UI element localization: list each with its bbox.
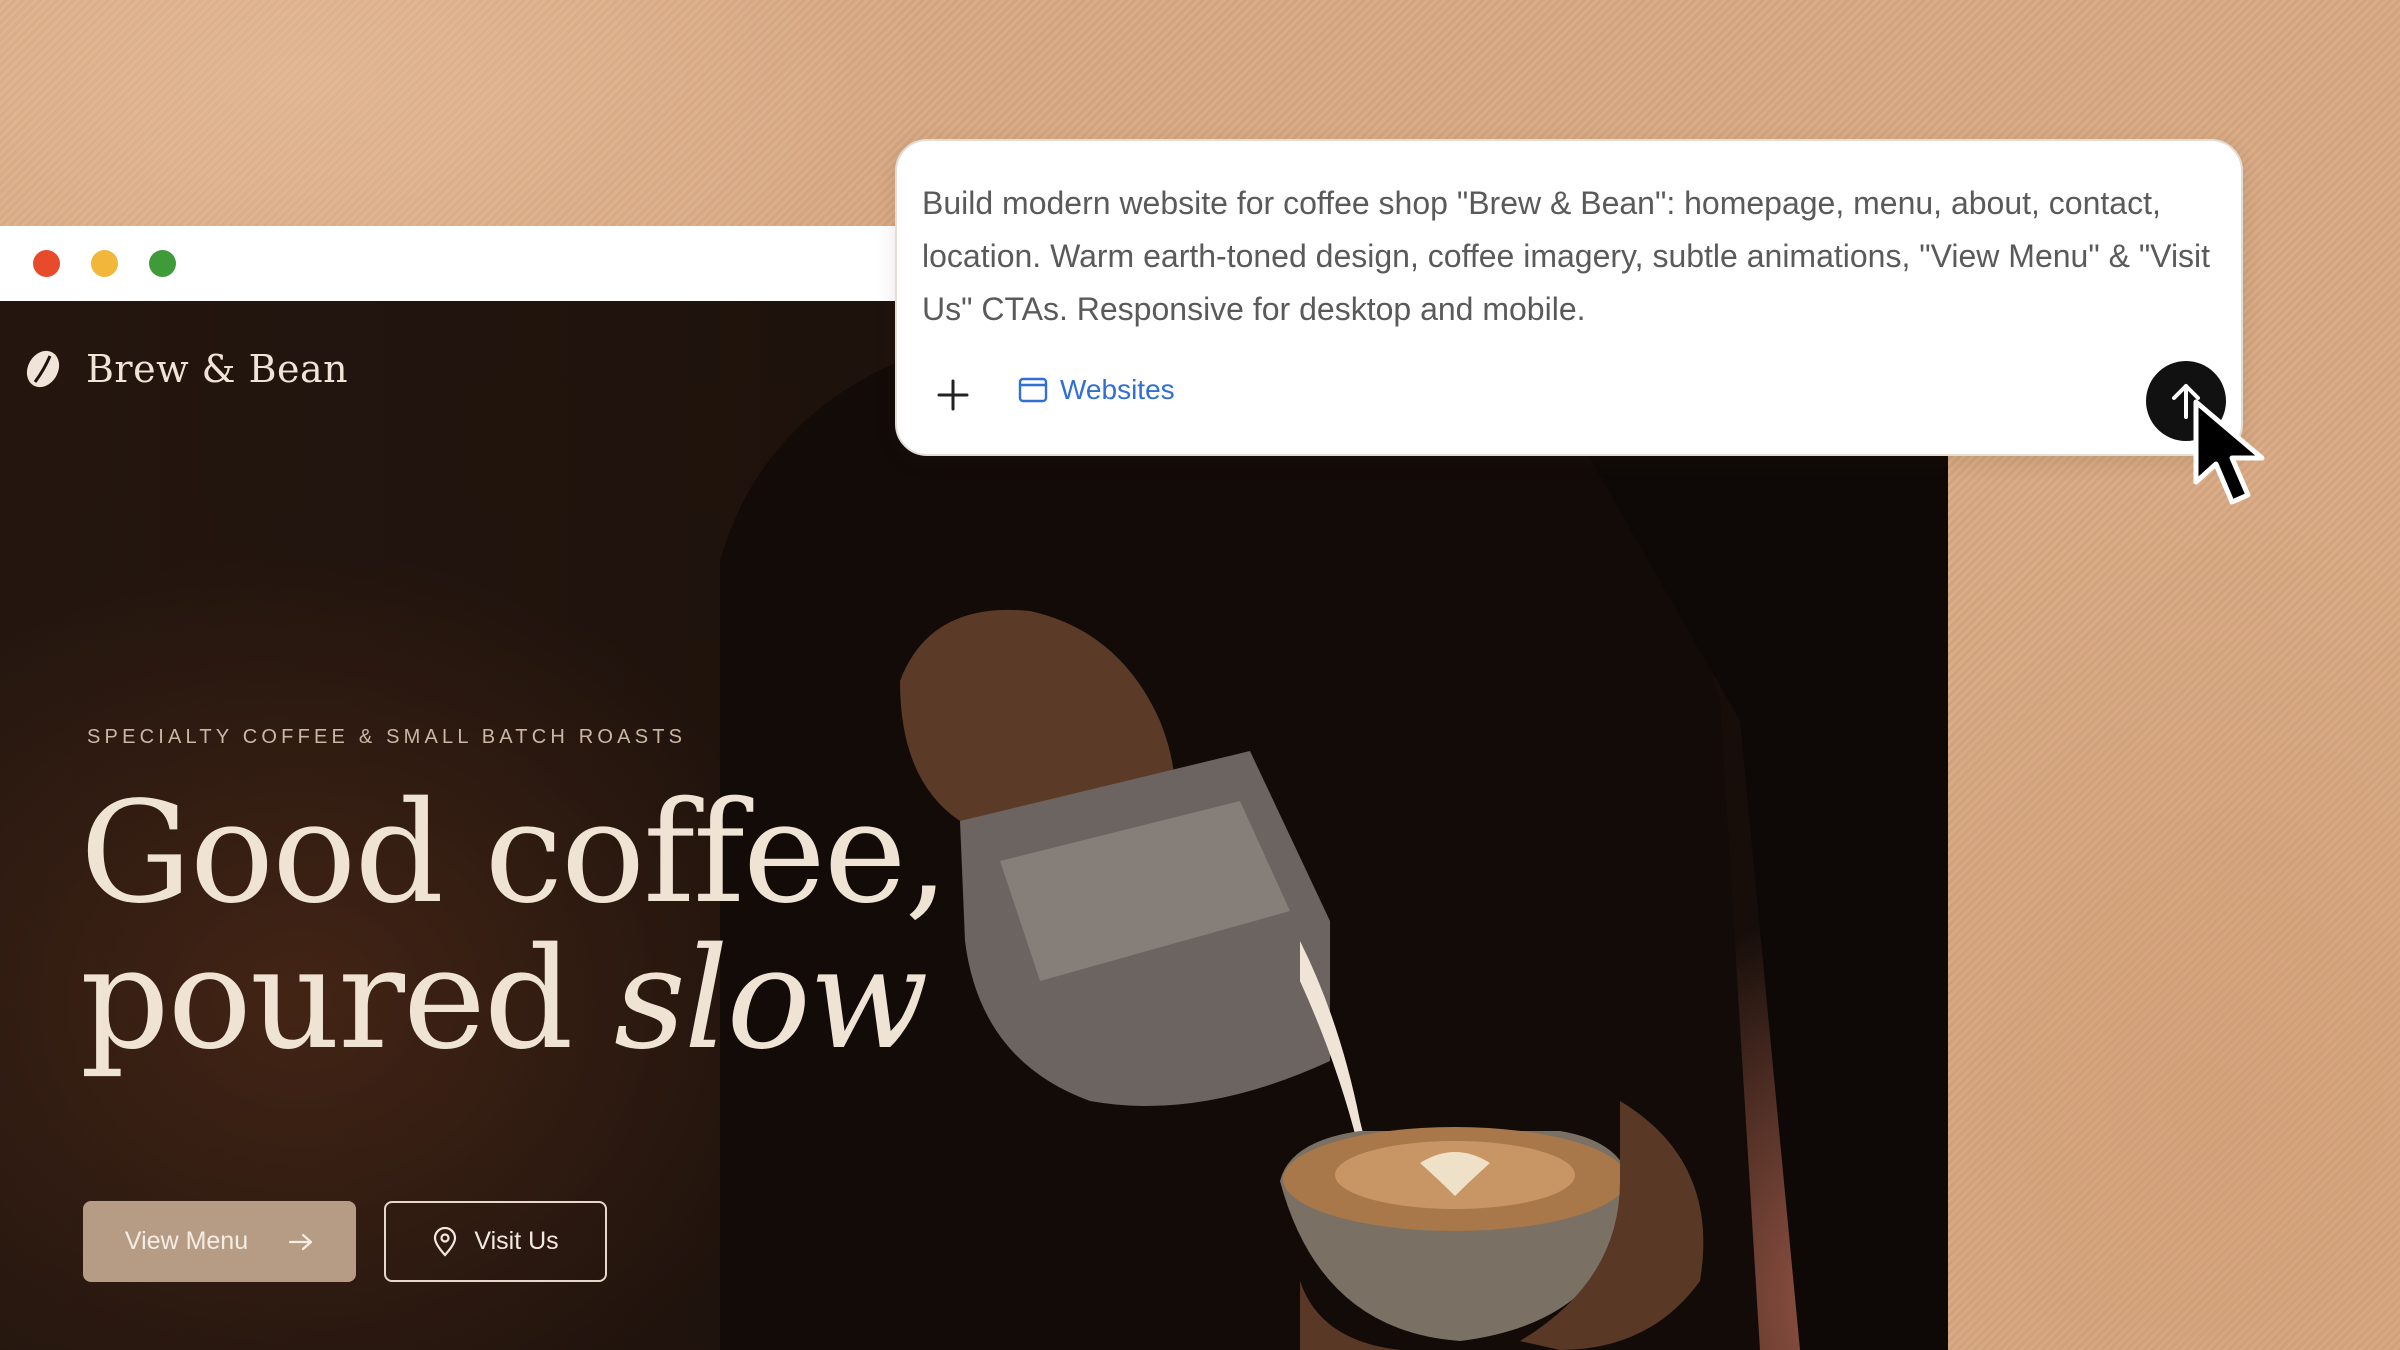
maximize-window-button[interactable] — [149, 250, 176, 277]
mouse-cursor-icon — [2193, 399, 2265, 505]
website-hero: Brew & Bean SPECIALTY COFFEE & SMALL BAT… — [0, 301, 1948, 1350]
view-menu-button[interactable]: View Menu — [83, 1201, 356, 1282]
coffee-bean-icon — [26, 350, 60, 388]
map-pin-icon — [434, 1226, 457, 1257]
brand-name: Brew & Bean — [86, 347, 349, 391]
close-window-button[interactable] — [33, 250, 60, 277]
headline-line-1: Good coffee, — [80, 772, 949, 935]
arrow-right-icon — [289, 1233, 313, 1250]
headline-line-2: poured — [80, 918, 614, 1081]
visit-us-label: Visit Us — [474, 1227, 559, 1255]
hero-headline: Good coffee, poured slow — [80, 781, 949, 1073]
headline-italic-word: slow — [613, 918, 929, 1081]
hero-eyebrow: SPECIALTY COFFEE & SMALL BATCH ROASTS — [87, 726, 687, 748]
websites-chip[interactable]: Websites — [1018, 374, 1175, 406]
prompt-input[interactable]: Build modern website for coffee shop "Br… — [922, 177, 2222, 336]
browser-window-icon — [1018, 377, 1048, 403]
minimize-window-button[interactable] — [91, 250, 118, 277]
websites-chip-label: Websites — [1060, 374, 1175, 405]
view-menu-label: View Menu — [124, 1227, 249, 1255]
visit-us-button[interactable]: Visit Us — [384, 1201, 607, 1282]
plus-icon[interactable] — [935, 377, 971, 413]
site-logo[interactable]: Brew & Bean — [22, 347, 348, 391]
prompt-card: Build modern website for coffee shop "Br… — [895, 139, 2243, 456]
